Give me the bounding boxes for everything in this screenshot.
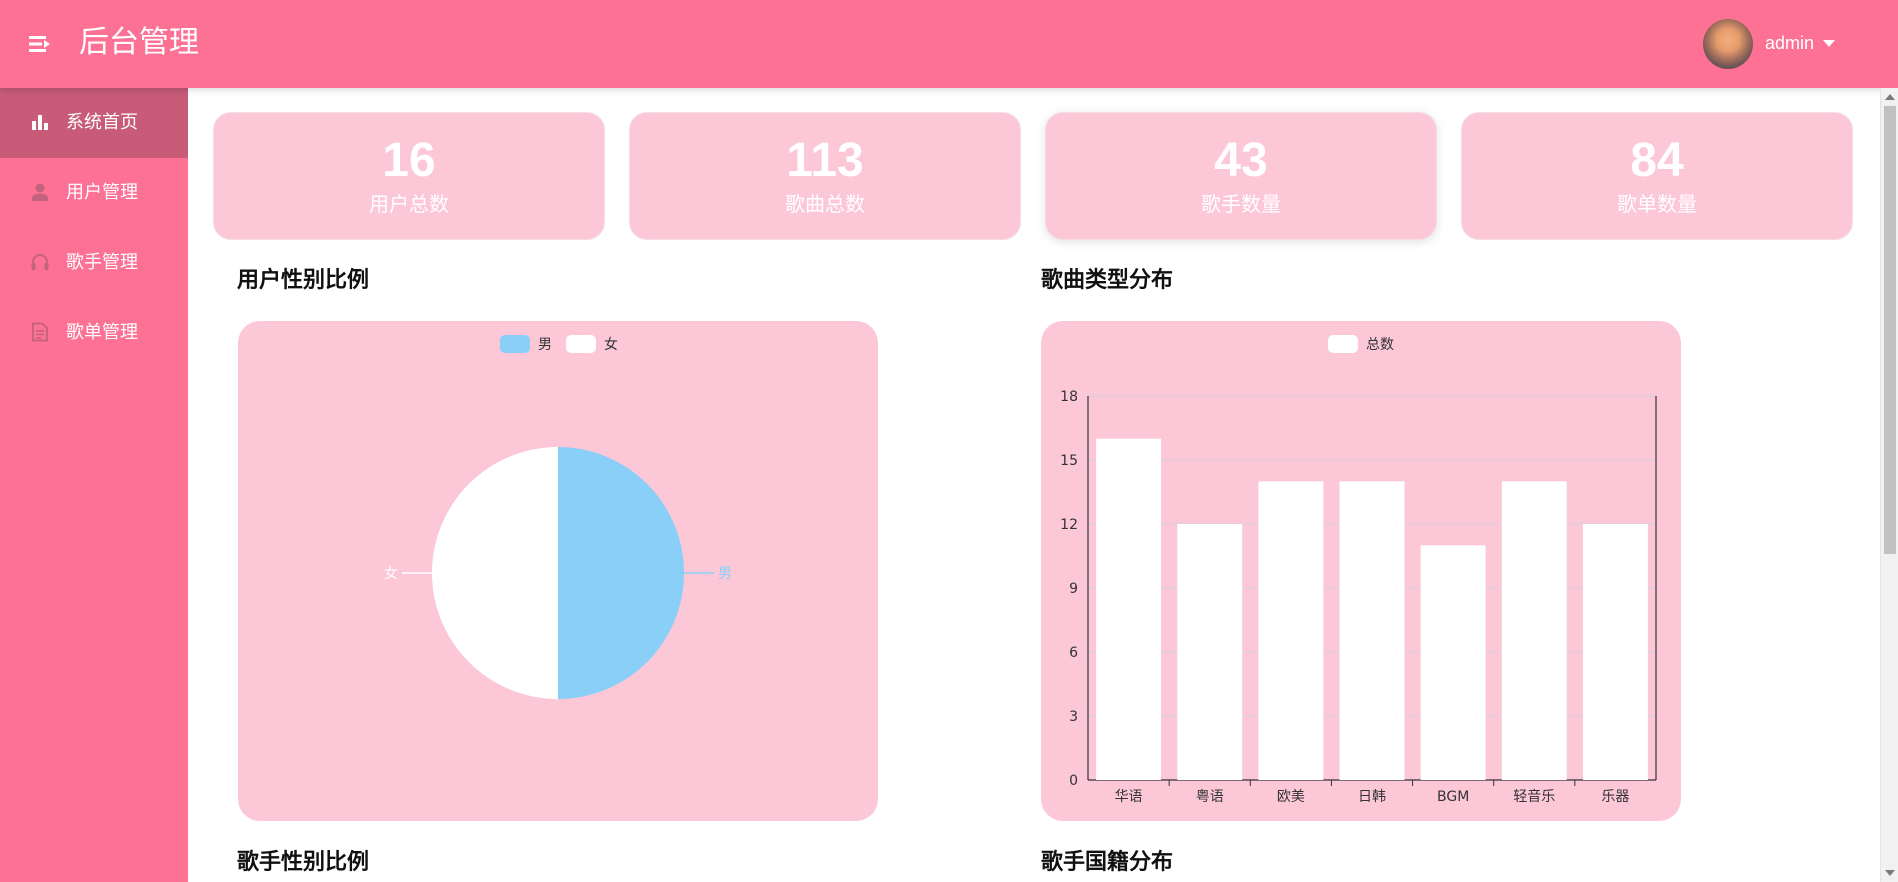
stat-value: 113 <box>786 134 864 187</box>
sidebar-item-label: 歌单管理 <box>66 322 138 343</box>
section-title-singer-gender: 歌手性别比例 <box>237 850 370 875</box>
scroll-up-icon[interactable] <box>1885 94 1895 100</box>
y-tick-label: 15 <box>1060 453 1078 469</box>
bar <box>1339 481 1405 780</box>
stat-value: 16 <box>382 134 436 187</box>
app-title: 后台管理 <box>79 25 199 60</box>
scroll-thumb[interactable] <box>1884 106 1896 554</box>
sidebar: 系统首页 用户管理 歌手管理 歌单管理 <box>0 88 188 882</box>
x-tick-label: 轻音乐 <box>1513 788 1555 805</box>
bar <box>1582 524 1648 780</box>
song-type-bar-chart: 总数 0 3 6 9 12 15 18 华语 粤语 欧美 日韩 BGM 轻音乐 乐器 <box>1060 335 1657 805</box>
user-gender-chart-panel: 男女男女 <box>238 321 878 821</box>
sidebar-item-singers[interactable]: 歌手管理 <box>0 228 188 298</box>
stat-label: 歌曲总数 <box>785 192 865 216</box>
sidebar-item-users[interactable]: 用户管理 <box>0 158 188 228</box>
x-tick-label: 乐器 <box>1601 789 1629 805</box>
avatar[interactable] <box>1703 19 1753 69</box>
menu-fold-icon[interactable] <box>26 29 56 59</box>
bar-chart-icon <box>30 112 50 132</box>
section-title-song-type: 歌曲类型分布 <box>1041 268 1174 293</box>
legend-swatch <box>500 335 530 353</box>
stat-card-playlists: 84 歌单数量 <box>1461 112 1853 240</box>
stat-label: 歌单数量 <box>1617 192 1697 216</box>
bar <box>1501 481 1567 780</box>
stat-value: 84 <box>1630 134 1684 187</box>
user-gender-pie-chart: 男女男女 <box>384 335 732 699</box>
document-icon <box>30 322 50 342</box>
y-tick-label: 9 <box>1069 581 1078 597</box>
bar <box>1258 481 1324 780</box>
sidebar-item-label: 歌手管理 <box>66 252 138 273</box>
x-tick-label: 日韩 <box>1358 789 1386 805</box>
legend-swatch <box>1328 335 1358 353</box>
top-header: 后台管理 admin <box>0 0 1898 88</box>
sidebar-item-label: 系统首页 <box>66 112 138 133</box>
sidebar-item-playlists[interactable]: 歌单管理 <box>0 298 188 368</box>
stat-card-singers: 43 歌手数量 <box>1045 112 1437 240</box>
page-scrollbar[interactable] <box>1880 88 1898 882</box>
legend-label: 女 <box>604 336 618 353</box>
stat-card-users: 16 用户总数 <box>213 112 605 240</box>
legend-label: 男 <box>538 337 552 353</box>
stat-card-songs: 113 歌曲总数 <box>629 112 1021 240</box>
bar <box>1177 524 1243 780</box>
x-tick-label: 欧美 <box>1277 789 1305 805</box>
pie-slice <box>558 447 684 699</box>
y-tick-label: 12 <box>1060 517 1078 533</box>
pie-slice <box>432 447 558 699</box>
bar <box>1096 438 1162 780</box>
section-title-user-gender: 用户性别比例 <box>237 268 370 293</box>
headphones-icon <box>30 252 50 272</box>
y-tick-label: 18 <box>1060 389 1078 405</box>
x-tick-label: 华语 <box>1115 789 1143 805</box>
legend-swatch <box>566 335 596 353</box>
x-tick-label: BGM <box>1437 789 1469 805</box>
sidebar-item-dashboard[interactable]: 系统首页 <box>0 88 188 158</box>
legend-label: 总数 <box>1366 337 1394 353</box>
pie-label: 男 <box>718 566 732 582</box>
sidebar-item-label: 用户管理 <box>66 182 138 203</box>
song-type-chart-panel: 总数 0 3 6 9 12 15 18 华语 粤语 欧美 日韩 BGM 轻音乐 乐器 <box>1041 321 1681 821</box>
bar <box>1420 545 1486 780</box>
y-tick-label: 6 <box>1069 645 1078 661</box>
scroll-down-icon[interactable] <box>1885 870 1895 876</box>
x-tick-label: 粤语 <box>1196 789 1224 805</box>
section-title-singer-country: 歌手国籍分布 <box>1041 850 1174 875</box>
caret-down-icon[interactable] <box>1823 40 1835 47</box>
stat-value: 43 <box>1214 134 1268 187</box>
stat-label: 歌手数量 <box>1201 192 1281 216</box>
user-icon <box>30 182 50 202</box>
user-name[interactable]: admin <box>1765 32 1814 54</box>
stat-label: 用户总数 <box>369 192 449 216</box>
y-tick-label: 3 <box>1069 709 1078 725</box>
pie-label: 女 <box>384 565 398 582</box>
y-tick-label: 0 <box>1069 773 1078 789</box>
